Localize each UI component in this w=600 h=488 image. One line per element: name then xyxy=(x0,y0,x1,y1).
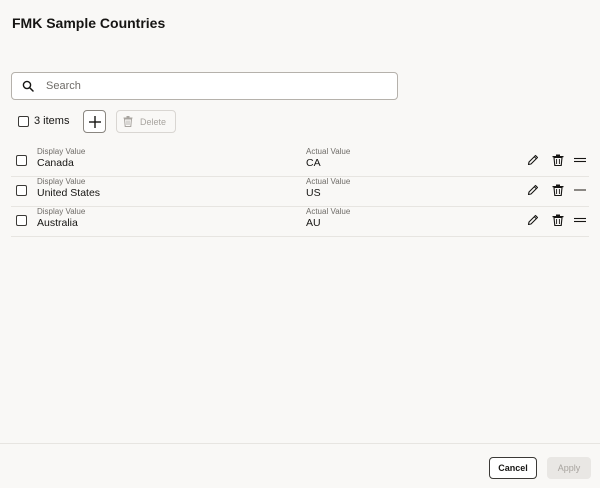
search-icon xyxy=(22,80,34,92)
trash-icon[interactable] xyxy=(552,214,564,226)
display-value-label: Display Value xyxy=(37,207,86,216)
delete-button[interactable]: Delete xyxy=(116,110,176,133)
dialog-footer: Cancel Apply xyxy=(0,443,600,488)
display-value-label: Display Value xyxy=(37,177,86,186)
row-checkbox[interactable] xyxy=(16,155,27,166)
row-checkbox[interactable] xyxy=(16,185,27,196)
actual-value-label: Actual Value xyxy=(306,147,351,156)
drag-handle-icon[interactable] xyxy=(574,184,586,196)
list-item[interactable]: Display Value Australia Actual Value AU xyxy=(11,207,589,237)
dialog-title: FMK Sample Countries xyxy=(12,15,166,31)
actual-value: US xyxy=(306,187,321,199)
list-item[interactable]: Display Value Canada Actual Value CA xyxy=(11,147,589,177)
actual-value: AU xyxy=(306,217,321,229)
plus-icon xyxy=(89,116,101,128)
trash-icon[interactable] xyxy=(552,184,564,196)
search-box[interactable] xyxy=(11,72,398,100)
row-checkbox[interactable] xyxy=(16,215,27,226)
pencil-icon[interactable] xyxy=(527,184,539,196)
display-value: Australia xyxy=(37,217,78,229)
actual-value-label: Actual Value xyxy=(306,177,351,186)
add-button[interactable] xyxy=(83,110,106,133)
search-input[interactable] xyxy=(46,77,386,95)
trash-icon[interactable] xyxy=(552,154,564,166)
cancel-button[interactable]: Cancel xyxy=(489,457,537,479)
list-item[interactable]: Display Value United States Actual Value… xyxy=(11,177,589,207)
actual-value-label: Actual Value xyxy=(306,207,351,216)
display-value: Canada xyxy=(37,157,74,169)
display-value: United States xyxy=(37,187,101,199)
drag-handle-icon[interactable] xyxy=(574,154,586,166)
trash-icon xyxy=(123,116,133,127)
select-all-checkbox[interactable] xyxy=(18,116,29,127)
apply-button[interactable]: Apply xyxy=(547,457,591,479)
pencil-icon[interactable] xyxy=(527,214,539,226)
items-count: 3 items xyxy=(34,115,70,127)
actual-value: CA xyxy=(306,157,321,169)
pencil-icon[interactable] xyxy=(527,154,539,166)
drag-handle-icon[interactable] xyxy=(574,214,586,226)
display-value-label: Display Value xyxy=(37,147,86,156)
delete-label: Delete xyxy=(140,116,167,127)
